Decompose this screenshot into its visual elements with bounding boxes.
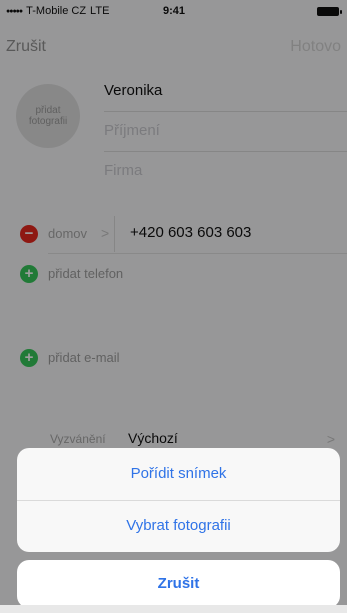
choose-photo-button[interactable]: Vybrat fotografii: [17, 500, 340, 552]
bottom-peek: [0, 605, 347, 613]
take-photo-button[interactable]: Pořídit snímek: [17, 448, 340, 501]
photo-action-sheet: Pořídit snímek Vybrat fotografii: [17, 448, 340, 552]
sheet-cancel-button[interactable]: Zrušit: [17, 560, 340, 608]
new-contact-screen: ●●●●● T-Mobile CZ LTE 9:41 Zrušit Hotovo…: [0, 0, 347, 613]
